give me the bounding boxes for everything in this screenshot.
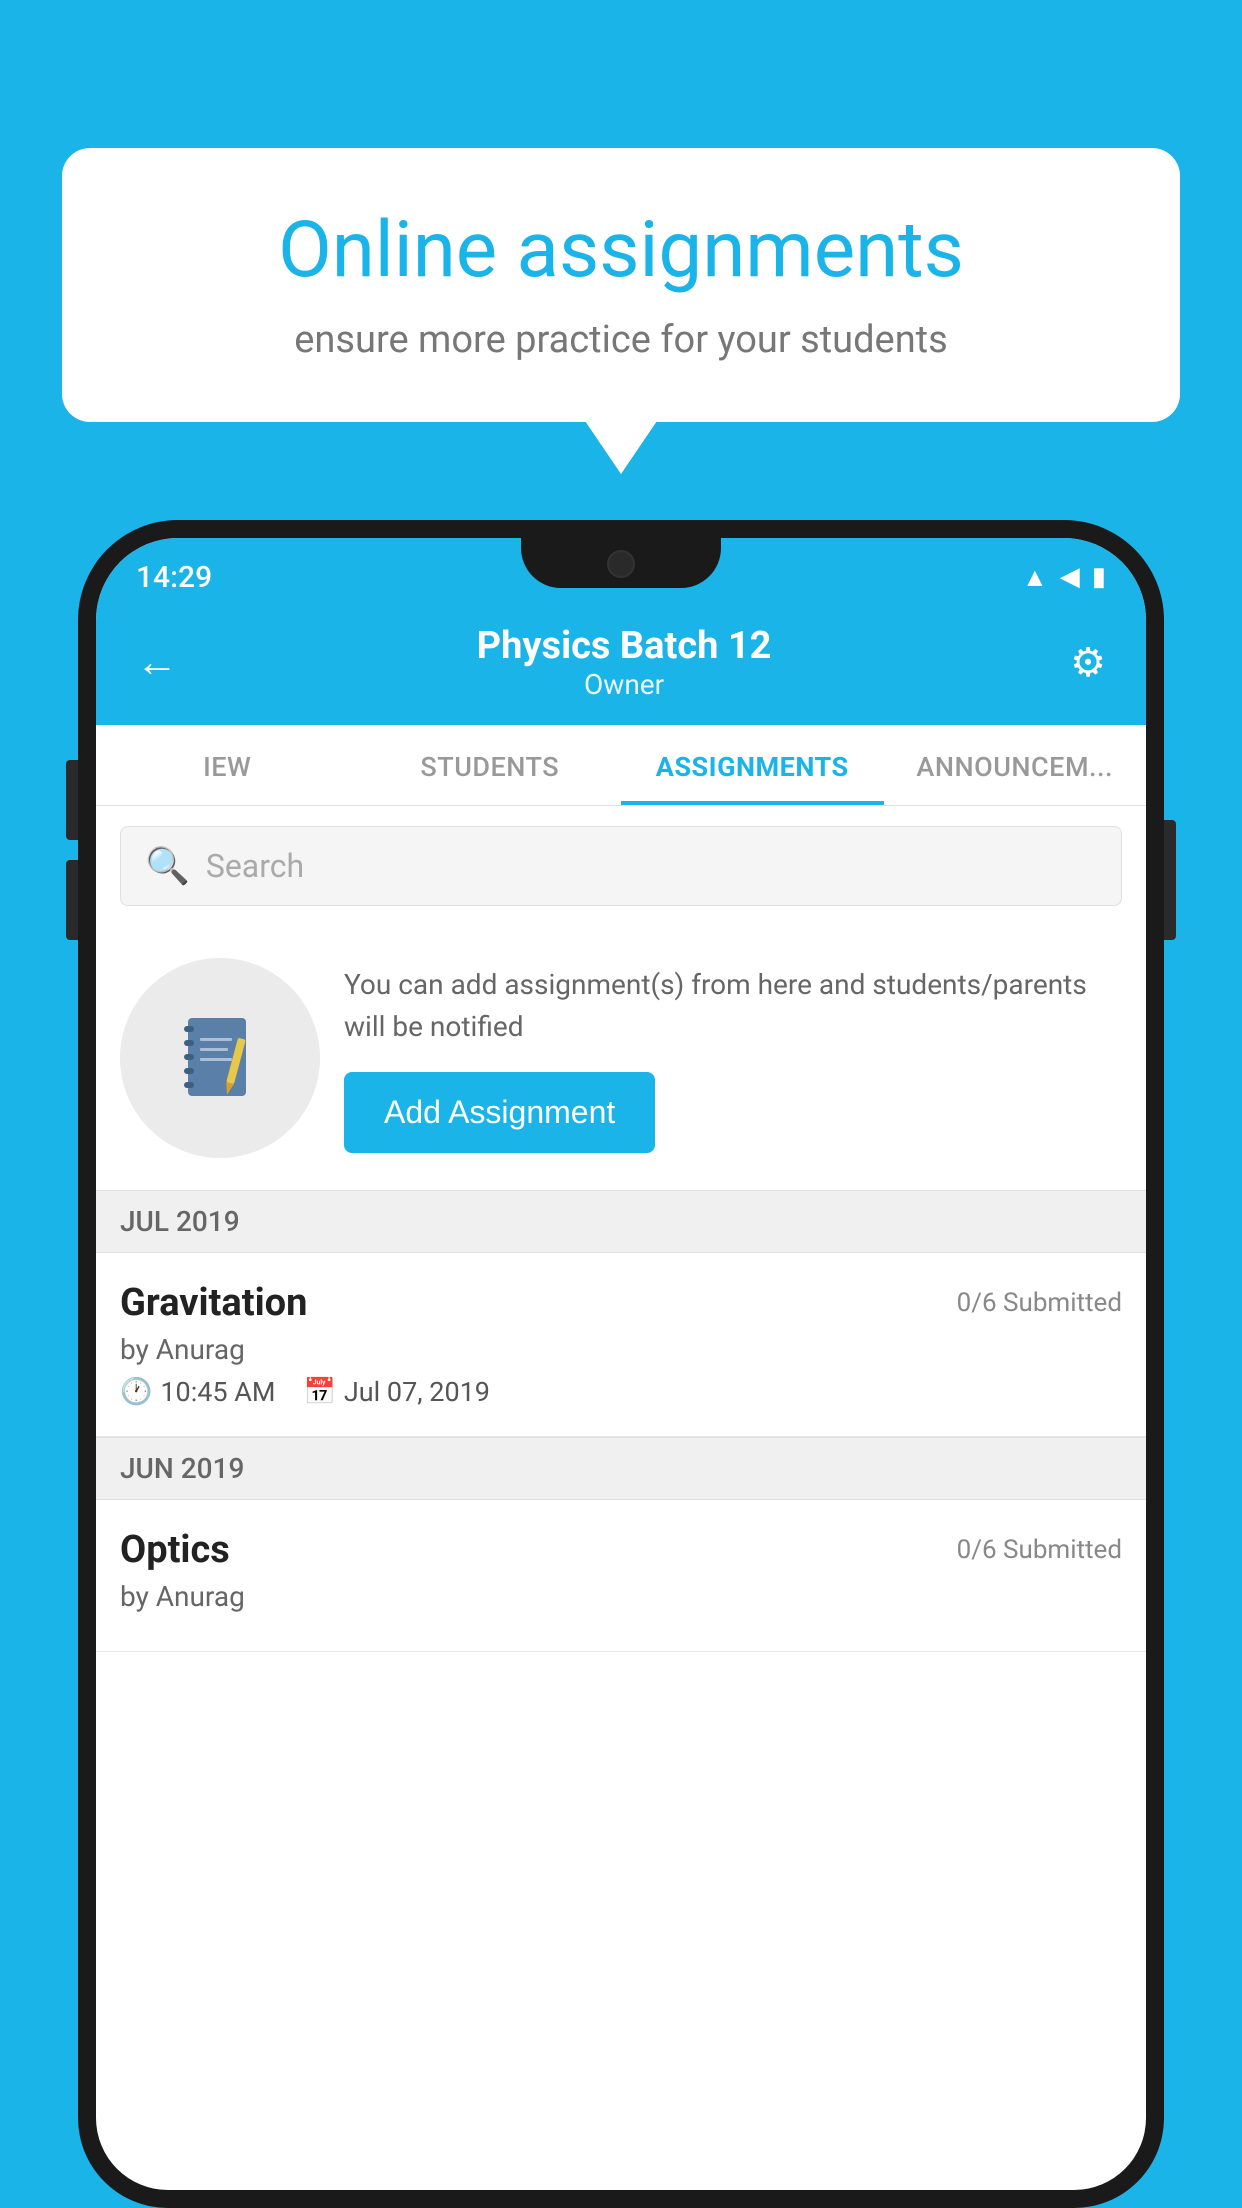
wifi-icon: ▲ bbox=[1022, 562, 1048, 593]
phone-outer: 14:29 ▲ ◀ ▮ ← Physics Batch 12 Owner ⚙ bbox=[78, 520, 1164, 2208]
section-jul-2019: JUL 2019 bbox=[96, 1190, 1146, 1253]
settings-icon[interactable]: ⚙ bbox=[1070, 639, 1106, 686]
speech-bubble: Online assignments ensure more practice … bbox=[62, 148, 1180, 422]
phone-frame: 14:29 ▲ ◀ ▮ ← Physics Batch 12 Owner ⚙ bbox=[78, 520, 1164, 2208]
assignment-date: Jul 07, 2019 bbox=[344, 1376, 490, 1408]
batch-subtitle: Owner bbox=[477, 668, 772, 701]
add-assignment-area: You can add assignment(s) from here and … bbox=[96, 926, 1146, 1190]
assignment-name: Gravitation bbox=[120, 1281, 307, 1325]
header-title-block: Physics Batch 12 Owner bbox=[477, 624, 772, 701]
volume-down-button bbox=[66, 860, 78, 940]
assignment-meta: 🕐 10:45 AM 📅 Jul 07, 2019 bbox=[120, 1376, 1122, 1408]
tab-iew[interactable]: IEW bbox=[96, 725, 359, 805]
assignment-submitted-optics: 0/6 Submitted bbox=[957, 1535, 1122, 1565]
assignment-name-optics: Optics bbox=[120, 1528, 230, 1572]
batch-title: Physics Batch 12 bbox=[477, 624, 772, 668]
assignment-row-top: Gravitation 0/6 Submitted bbox=[120, 1281, 1122, 1325]
content-area: 🔍 Search bbox=[96, 806, 1146, 1652]
notebook-icon bbox=[170, 1008, 270, 1108]
assignment-submitted: 0/6 Submitted bbox=[957, 1288, 1122, 1318]
meta-time: 🕐 10:45 AM bbox=[120, 1376, 276, 1408]
search-icon: 🔍 bbox=[145, 845, 190, 887]
assignment-item-optics[interactable]: Optics 0/6 Submitted by Anurag bbox=[96, 1500, 1146, 1652]
front-camera bbox=[607, 550, 635, 578]
status-time: 14:29 bbox=[136, 560, 212, 595]
speech-bubble-container: Online assignments ensure more practice … bbox=[62, 148, 1180, 422]
phone-notch bbox=[521, 538, 721, 588]
assignment-item-gravitation[interactable]: Gravitation 0/6 Submitted by Anurag 🕐 10… bbox=[96, 1253, 1146, 1437]
search-bar[interactable]: 🔍 Search bbox=[120, 826, 1122, 906]
assignment-by-optics: by Anurag bbox=[120, 1580, 1122, 1613]
section-jun-2019: JUN 2019 bbox=[96, 1437, 1146, 1500]
volume-up-button bbox=[66, 760, 78, 840]
power-button bbox=[1164, 820, 1176, 940]
phone-screen: 14:29 ▲ ◀ ▮ ← Physics Batch 12 Owner ⚙ bbox=[96, 538, 1146, 2190]
tab-assignments[interactable]: ASSIGNMENTS bbox=[621, 725, 884, 805]
back-button[interactable]: ← bbox=[136, 638, 178, 687]
speech-bubble-subtitle: ensure more practice for your students bbox=[132, 318, 1110, 362]
clock-icon: 🕐 bbox=[120, 1377, 152, 1407]
assignment-row-top-optics: Optics 0/6 Submitted bbox=[120, 1528, 1122, 1572]
search-placeholder: Search bbox=[206, 847, 304, 885]
add-assignment-right: You can add assignment(s) from here and … bbox=[344, 964, 1122, 1153]
calendar-icon: 📅 bbox=[304, 1377, 336, 1407]
add-assignment-button[interactable]: Add Assignment bbox=[344, 1072, 655, 1153]
signal-icon: ◀ bbox=[1060, 562, 1080, 592]
tab-bar: IEW STUDENTS ASSIGNMENTS ANNOUNCEM... bbox=[96, 725, 1146, 806]
tab-announcements[interactable]: ANNOUNCEM... bbox=[884, 725, 1147, 805]
search-container: 🔍 Search bbox=[96, 806, 1146, 926]
speech-bubble-title: Online assignments bbox=[132, 208, 1110, 294]
assignment-time: 10:45 AM bbox=[160, 1376, 275, 1408]
notebook-icon-circle bbox=[120, 958, 320, 1158]
assignment-by: by Anurag bbox=[120, 1333, 1122, 1366]
battery-icon: ▮ bbox=[1092, 562, 1106, 592]
tab-students[interactable]: STUDENTS bbox=[359, 725, 622, 805]
app-header: ← Physics Batch 12 Owner ⚙ bbox=[96, 606, 1146, 725]
meta-date: 📅 Jul 07, 2019 bbox=[304, 1376, 490, 1408]
add-assignment-description: You can add assignment(s) from here and … bbox=[344, 964, 1122, 1048]
status-icons: ▲ ◀ ▮ bbox=[1022, 562, 1106, 593]
